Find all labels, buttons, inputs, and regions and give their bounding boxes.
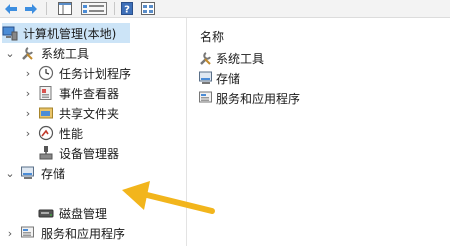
list-item-storage[interactable]: 存储 [198, 68, 240, 88]
view-button[interactable] [140, 0, 156, 17]
storage-icon [20, 165, 36, 181]
back-button[interactable] [2, 0, 20, 17]
tree-label-storage: 存储 [41, 166, 66, 181]
event-viewer-icon [38, 85, 54, 101]
console-tree-icon [58, 2, 72, 15]
device-manager-icon [38, 145, 54, 161]
services-icon [198, 90, 214, 106]
tree-label-device-manager: 设备管理器 [59, 146, 120, 161]
storage-icon [198, 70, 214, 86]
list-item-label: 服务和应用程序 [216, 91, 301, 106]
tree-label-performance: 性能 [59, 126, 84, 141]
tree-item-event-viewer[interactable]: › 事件查看器 [22, 83, 119, 103]
help-button[interactable]: ? [120, 0, 134, 17]
tree-item-device-manager[interactable]: 设备管理器 [38, 143, 119, 163]
computer-management-icon [2, 25, 18, 41]
show-hide-tree-button[interactable] [56, 0, 74, 17]
tree-item-computer-management[interactable]: 计算机管理(本地) [2, 23, 130, 43]
tree-item-performance[interactable]: › 性能 [22, 123, 83, 143]
toolbar: ? [0, 0, 450, 18]
results-pane: 名称 系统工具 存储 服务和应用程序 [188, 18, 450, 246]
tree-label-services-and-applications: 服务和应用程序 [41, 226, 126, 241]
arrow-right-icon [25, 3, 37, 14]
tree-item-task-scheduler[interactable]: › 任务计划程序 [22, 63, 131, 83]
chevron-right-icon[interactable]: › [22, 63, 34, 83]
tree-label-system-tools: 系统工具 [41, 46, 90, 61]
tree-label-event-viewer: 事件查看器 [59, 86, 120, 101]
chevron-right-icon[interactable]: › [22, 83, 34, 103]
help-icon: ? [121, 2, 133, 15]
console-tree: 计算机管理(本地) ⌄ 系统工具 › 任务计划程序 › 事件查看器 › 共享文件… [0, 18, 187, 246]
tools-icon [20, 45, 36, 61]
clock-icon [38, 65, 54, 81]
tree-item-disk-management[interactable]: 磁盘管理 [38, 203, 107, 223]
view-icon [141, 2, 155, 15]
tree-label-disk-management: 磁盘管理 [59, 206, 108, 221]
list-item-label: 系统工具 [216, 51, 265, 66]
services-icon [20, 225, 36, 241]
toolbar-separator [114, 2, 115, 15]
forward-button[interactable] [22, 0, 40, 17]
chevron-down-icon[interactable]: ⌄ [4, 163, 16, 183]
properties-icon [81, 2, 107, 15]
arrow-left-icon [5, 3, 17, 14]
list-item-label: 存储 [216, 71, 241, 86]
list-item-system-tools[interactable]: 系统工具 [198, 48, 264, 68]
performance-icon [38, 125, 54, 141]
chevron-down-icon[interactable]: ⌄ [4, 43, 16, 63]
disk-management-icon [38, 205, 54, 221]
svg-text:?: ? [124, 5, 130, 16]
tools-icon [198, 50, 214, 66]
tree-item-system-tools[interactable]: ⌄ 系统工具 [4, 43, 89, 63]
chevron-right-icon[interactable]: › [22, 103, 34, 123]
tree-root-label: 计算机管理(本地) [23, 26, 117, 41]
properties-button[interactable] [80, 0, 108, 17]
tree-item-services-and-applications[interactable]: › 服务和应用程序 [4, 223, 125, 243]
tree-item-shared-folders[interactable]: › 共享文件夹 [22, 103, 119, 123]
column-header-name[interactable]: 名称 [200, 28, 224, 45]
tree-label-shared-folders: 共享文件夹 [59, 106, 120, 121]
tree-label-task-scheduler: 任务计划程序 [59, 66, 132, 81]
chevron-right-icon[interactable]: › [4, 223, 16, 243]
chevron-right-icon[interactable]: › [22, 123, 34, 143]
tree-item-storage[interactable]: ⌄ 存储 [4, 163, 65, 183]
list-item-services-and-applications[interactable]: 服务和应用程序 [198, 88, 300, 108]
shared-folder-icon [38, 105, 54, 121]
toolbar-separator [46, 2, 47, 15]
